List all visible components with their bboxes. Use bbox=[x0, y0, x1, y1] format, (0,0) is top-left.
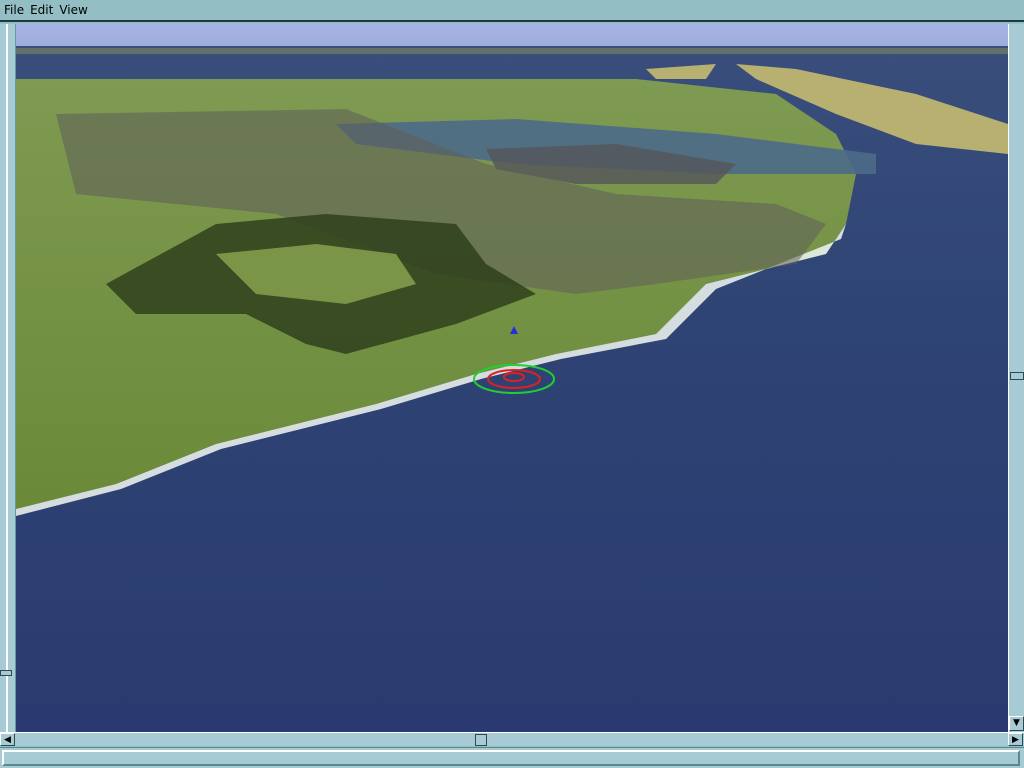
menu-file[interactable]: File bbox=[4, 3, 24, 17]
left-splitter[interactable] bbox=[0, 24, 16, 732]
menu-view[interactable]: View bbox=[59, 3, 87, 17]
3d-terrain-viewport[interactable] bbox=[16, 24, 1008, 732]
terrain-scene bbox=[16, 24, 1008, 732]
status-text bbox=[2, 750, 1020, 766]
vertical-scroll-thumb[interactable] bbox=[1010, 372, 1024, 380]
horizontal-scrollbar[interactable]: ◀ ▶ bbox=[0, 732, 1024, 746]
splitter-line bbox=[6, 24, 8, 732]
splitter-handle[interactable] bbox=[0, 670, 12, 676]
horizontal-scroll-thumb[interactable] bbox=[475, 734, 487, 746]
vertical-scrollbar[interactable]: ▼ bbox=[1008, 24, 1024, 732]
scroll-left-arrow-icon[interactable]: ◀ bbox=[0, 733, 15, 746]
scroll-right-arrow-icon[interactable]: ▶ bbox=[1008, 733, 1023, 746]
menu-bar: File Edit View bbox=[0, 0, 1024, 22]
status-bar bbox=[0, 747, 1024, 768]
scroll-down-arrow-icon[interactable]: ▼ bbox=[1009, 716, 1024, 731]
menu-edit[interactable]: Edit bbox=[30, 3, 53, 17]
